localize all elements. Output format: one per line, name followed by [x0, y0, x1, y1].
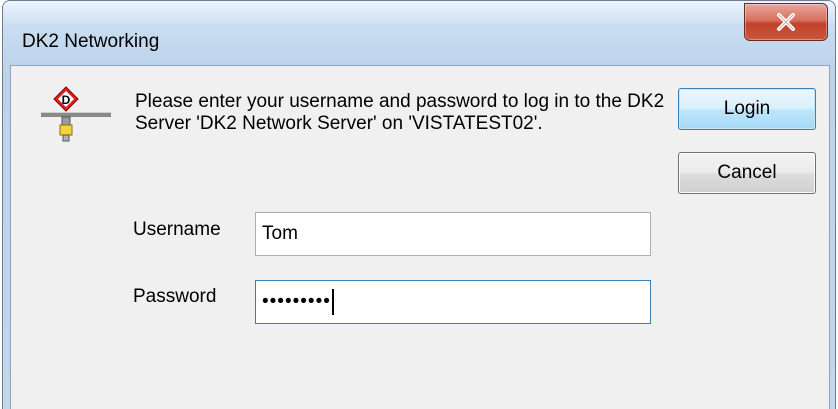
password-masked-value: ••••••••• — [262, 291, 331, 312]
username-field[interactable]: Tom — [255, 212, 651, 256]
password-field[interactable]: ••••••••• — [255, 280, 651, 324]
login-button[interactable]: Login — [678, 88, 816, 130]
username-value: Tom — [262, 223, 298, 244]
window-title: DK2 Networking — [22, 31, 160, 52]
dialog-body: D Please enter your username and passwor… — [10, 65, 830, 409]
login-instructions: Please enter your username and password … — [135, 91, 665, 134]
text-caret — [331, 289, 334, 315]
close-icon — [777, 13, 795, 31]
cancel-button[interactable]: Cancel — [678, 152, 816, 194]
password-label: Password — [133, 286, 217, 307]
dialog-window: DK2 Networking D Please enter your usern… — [2, 0, 836, 409]
username-label: Username — [133, 219, 221, 240]
close-button[interactable] — [744, 3, 828, 41]
dk2-network-icon: D — [41, 86, 111, 142]
svg-text:D: D — [62, 93, 71, 107]
